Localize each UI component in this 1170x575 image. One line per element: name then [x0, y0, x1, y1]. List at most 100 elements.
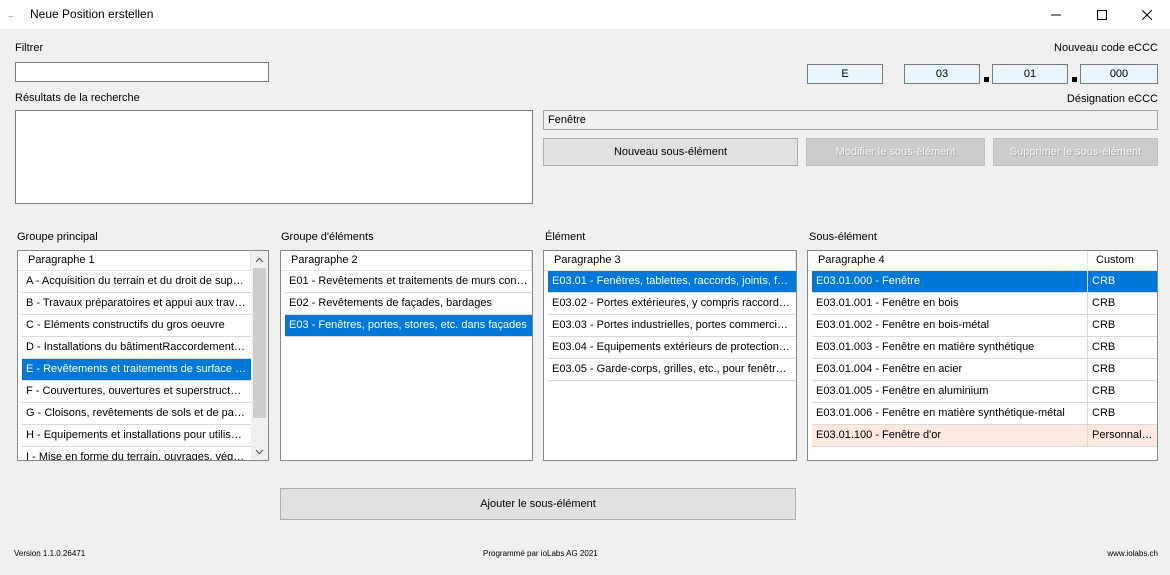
new-sub-element-label: Nouveau sous-élément [613, 146, 728, 158]
chevron-up-icon [255, 257, 264, 262]
list-item[interactable]: E03.01.002 - Fenêtre en bois-métal CRB [812, 315, 1157, 337]
sub-element-item-custom: CRB [1092, 363, 1116, 375]
element-item-label: E03.02 - Portes extérieures, y compris r… [552, 297, 796, 309]
sub-element-item-custom: CRB [1092, 385, 1116, 397]
delete-sub-element-label: Supprimer le sous-élément [1009, 146, 1142, 158]
header-custom[interactable]: Custom [1088, 251, 1157, 270]
list-item[interactable]: E03.01.003 - Fenêtre en matière synthéti… [812, 337, 1157, 359]
designation-label: Désignation eCCC [1066, 93, 1158, 105]
element-item-label: E03.01 - Fenêtres, tablettes, raccords, … [552, 275, 796, 287]
list-item[interactable]: E01 - Revêtements et traitements de murs… [285, 271, 532, 293]
list-item[interactable]: G - Cloisons, revêtements de sols et de … [22, 403, 251, 425]
main-group-scrollbar[interactable] [251, 251, 268, 460]
modify-sub-element-button[interactable]: Modifier le sous-élément [806, 138, 985, 166]
sub-element-item-custom: CRB [1092, 407, 1116, 419]
header-paragraph-3[interactable]: Paragraphe 3 [544, 251, 796, 270]
element-item-label: E03.04 - Equipements extérieurs de prote… [552, 341, 796, 353]
sub-element-item-custom: Personnalisé [1092, 429, 1156, 441]
sub-element-item-label: E03.01.002 - Fenêtre en bois-métal [812, 315, 1088, 336]
list-item[interactable]: E03.01.006 - Fenêtre en matière synthéti… [812, 403, 1157, 425]
list-item[interactable]: H - Equipements et installations pour ut… [22, 425, 251, 447]
code-label: Nouveau code eCCC [1054, 42, 1158, 54]
code-separator [984, 77, 989, 82]
list-item[interactable]: B - Travaux préparatoires et appui aux t… [22, 293, 251, 315]
list-item[interactable]: E03.04 - Equipements extérieurs de prote… [548, 337, 796, 359]
list-item[interactable]: E - Revêtements et traitements de surfac… [22, 359, 251, 381]
list-item[interactable]: E02 - Revêtements de façades, bardages [285, 293, 532, 315]
list-item[interactable]: E03.02 - Portes extérieures, y compris r… [548, 293, 796, 315]
list-item[interactable]: E03.05 - Garde-corps, grilles, etc., pou… [548, 359, 796, 381]
window-title: Neue Position erstellen [30, 7, 154, 21]
list-item[interactable]: C - Eléments constructifs du gros oeuvre [22, 315, 251, 337]
main-group-item-label: G - Cloisons, revêtements de sols et de … [26, 407, 251, 419]
sub-element-item-label: E03.01.001 - Fenêtre en bois [812, 293, 1088, 314]
list-item[interactable]: E03.01 - Fenêtres, tablettes, raccords, … [548, 271, 796, 293]
list-item[interactable]: E03.03 - Portes industrielles, portes co… [548, 315, 796, 337]
search-results-box[interactable] [15, 110, 533, 204]
add-sub-element-button[interactable]: Ajouter le sous-élément [280, 488, 796, 520]
sub-element-item-label: E03.01.100 - Fenêtre d'or [812, 425, 1088, 446]
scroll-up-button[interactable] [251, 251, 268, 268]
header-paragraph-4[interactable]: Paragraphe 4 [808, 251, 1088, 270]
list-item[interactable]: E03.01.005 - Fenêtre en aluminium CRB [812, 381, 1157, 403]
code-part-sub[interactable]: 000 [1080, 64, 1158, 84]
designation-field[interactable]: Fenêtre [543, 110, 1158, 130]
list-header[interactable]: Paragraphe 1 [18, 251, 251, 271]
sub-element-item-label: E03.01.004 - Fenêtre en acier [812, 359, 1088, 380]
main-group-list[interactable]: Paragraphe 1 A - Acquisition du terrain … [17, 250, 269, 461]
main-group-item-label: A - Acquisition du terrain et du droit d… [26, 275, 251, 287]
scroll-thumb[interactable] [253, 268, 266, 418]
maximize-icon [1097, 9, 1107, 20]
list-item[interactable]: A - Acquisition du terrain et du droit d… [22, 271, 251, 293]
programmed-by-text: Programmé par ioLabs AG 2021 [483, 549, 598, 558]
main-group-item-label: D - Installations du bâtimentRaccordemen… [26, 341, 251, 353]
sub-element-item-label: E03.01.005 - Fenêtre en aluminium [812, 381, 1088, 402]
delete-sub-element-button[interactable]: Supprimer le sous-élément [993, 138, 1158, 166]
element-item-label: E03.05 - Garde-corps, grilles, etc., pou… [552, 363, 796, 375]
element-group-list[interactable]: Paragraphe 2 E01 - Revêtements et traite… [280, 250, 533, 461]
list-item[interactable]: D - Installations du bâtimentRaccordemen… [22, 337, 251, 359]
sub-element-item-label: E03.01.003 - Fenêtre en matière synthéti… [812, 337, 1088, 358]
sub-element-item-custom: CRB [1092, 297, 1116, 309]
sub-element-item-label: E03.01.006 - Fenêtre en matière synthéti… [812, 403, 1088, 424]
list-item[interactable]: I - Mise en forme du terrain, ouvrages, … [22, 447, 251, 460]
element-list[interactable]: Paragraphe 3 E03.01 - Fenêtres, tablette… [543, 250, 797, 461]
scroll-down-button[interactable] [251, 443, 268, 460]
sub-element-list[interactable]: Paragraphe 4 Custom E03.01.000 - Fenêtre… [807, 250, 1158, 461]
list-header[interactable]: Paragraphe 4 Custom [808, 251, 1157, 271]
element-item-label: E03.03 - Portes industrielles, portes co… [552, 319, 796, 331]
maximize-button[interactable] [1079, 0, 1125, 29]
list-header[interactable]: Paragraphe 2 [281, 251, 532, 271]
minimize-button[interactable] [1033, 0, 1079, 29]
sub-element-item-custom: CRB [1092, 275, 1116, 287]
new-sub-element-button[interactable]: Nouveau sous-élément [543, 138, 798, 166]
version-text: Version 1.1.0.26471 [14, 549, 86, 558]
sub-element-item-custom: CRB [1092, 341, 1116, 353]
sub-element-item-label: E03.01.000 - Fenêtre [812, 271, 1088, 292]
list-item[interactable]: E03.01.004 - Fenêtre en acier CRB [812, 359, 1157, 381]
list-header[interactable]: Paragraphe 3 [544, 251, 796, 271]
list-item[interactable]: E03.01.100 - Fenêtre d'or Personnalisé [812, 425, 1157, 447]
code-part-element[interactable]: 01 [992, 64, 1068, 84]
header-paragraph-2[interactable]: Paragraphe 2 [281, 251, 532, 270]
chevron-down-icon [255, 449, 264, 454]
website-link[interactable]: www.iolabs.ch [1107, 549, 1158, 558]
element-group-label: Groupe d'éléments [281, 231, 374, 243]
app-icon: ... [8, 9, 14, 19]
code-separator [1072, 77, 1077, 82]
main-group-item-label: B - Travaux préparatoires et appui aux t… [26, 297, 251, 309]
list-item[interactable]: E03.01.001 - Fenêtre en bois CRB [812, 293, 1157, 315]
list-item[interactable]: F - Couvertures, ouvertures et superstru… [22, 381, 251, 403]
header-paragraph-1[interactable]: Paragraphe 1 [18, 251, 251, 270]
list-item[interactable]: E03 - Fenêtres, portes, stores, etc. dan… [285, 315, 532, 337]
filter-input[interactable] [15, 62, 269, 82]
code-part-main[interactable]: E [807, 64, 883, 84]
list-item[interactable]: E03.01.000 - Fenêtre CRB [812, 271, 1157, 293]
close-button[interactable] [1124, 0, 1170, 29]
code-part-group[interactable]: 03 [904, 64, 980, 84]
close-icon [1142, 9, 1152, 20]
main-group-item-label: H - Equipements et installations pour ut… [26, 429, 251, 441]
element-group-item-label: E01 - Revêtements et traitements de murs… [289, 275, 532, 287]
sub-element-item-custom: CRB [1092, 319, 1116, 331]
title-bar [0, 0, 1170, 29]
